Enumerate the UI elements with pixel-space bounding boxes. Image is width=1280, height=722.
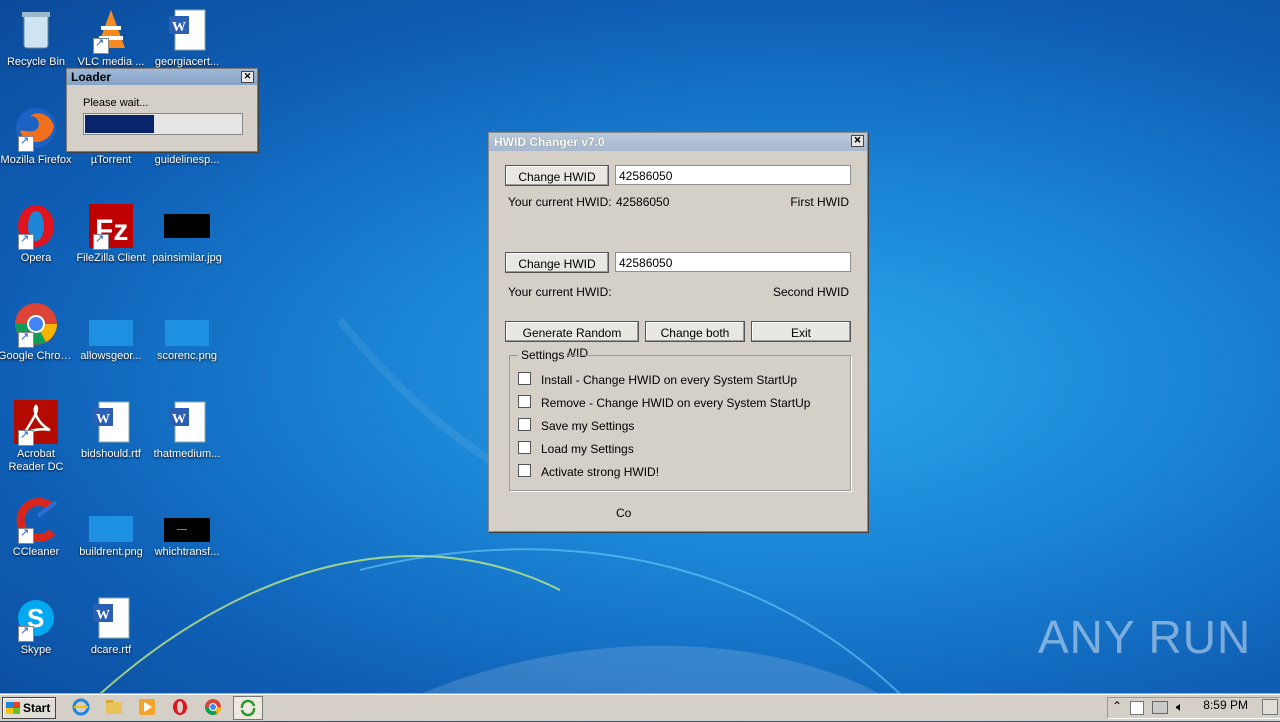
ccleaner-icon	[12, 496, 60, 544]
hwid-close-button[interactable]: ✕	[851, 135, 864, 147]
loader-progress-fill	[85, 115, 154, 133]
setting-install-checkbox[interactable]: Install - Change HWID on every System St…	[518, 372, 797, 387]
chrome-taskbar-icon[interactable]	[204, 698, 222, 716]
desktop-icon-opera[interactable]: Opera	[0, 202, 74, 265]
skype-icon: S	[12, 594, 60, 642]
second-hwid-label: Second HWID	[772, 285, 849, 299]
system-tray: ⌃ 🔈︎	[1107, 697, 1280, 719]
hwid-changer-window: HWID Changer v7.0 ✕ Change HWID 42586050…	[488, 132, 868, 532]
first-hwid-label: First HWID	[790, 195, 849, 209]
setting-remove-checkbox[interactable]: Remove - Change HWID on every System Sta…	[518, 395, 810, 410]
recycle-bin-icon	[12, 6, 60, 54]
desktop-icon-skype[interactable]: S Skype	[0, 594, 74, 657]
desktop-icon-chrome[interactable]: Google Chrome	[0, 300, 74, 363]
show-desktop-button[interactable]	[1262, 699, 1278, 715]
hwid-input-1[interactable]: 42586050	[615, 165, 851, 185]
current-hwid-label-2: Your current HWID:	[508, 285, 612, 299]
hwid-changer-taskbar-button[interactable]	[233, 696, 263, 720]
checkbox-icon[interactable]	[518, 441, 531, 454]
loader-progress-bar	[83, 113, 243, 135]
svg-text:W: W	[172, 20, 186, 35]
change-both-button[interactable]: Change both	[645, 321, 745, 342]
desktop-icon-buildrent[interactable]: buildrent.png	[73, 496, 149, 559]
loader-title: Loader	[71, 70, 112, 84]
filezilla-icon: Fz	[87, 202, 135, 250]
setting-strong-hwid-checkbox[interactable]: Activate strong HWID!	[518, 464, 659, 479]
internet-explorer-icon[interactable]	[72, 698, 90, 716]
checkbox-icon[interactable]	[518, 464, 531, 477]
media-player-icon[interactable]	[138, 698, 156, 716]
setting-load-checkbox[interactable]: Load my Settings	[518, 441, 634, 456]
chrome-icon	[12, 300, 60, 348]
image-icon	[163, 300, 211, 348]
word-doc-icon: W	[163, 6, 211, 54]
footer-text: Co	[616, 506, 632, 520]
checkbox-icon[interactable]	[518, 418, 531, 431]
hwid-input-2[interactable]: 42586050	[615, 252, 851, 272]
settings-group: Settings Install - Change HWID on every …	[509, 348, 851, 491]
vlc-icon	[87, 6, 135, 54]
firefox-icon	[12, 104, 60, 152]
image-icon	[163, 202, 211, 250]
svg-text:W: W	[96, 608, 110, 623]
change-hwid-button-2[interactable]: Change HWID	[505, 252, 609, 273]
desktop-icon-firefox[interactable]: Mozilla Firefox	[0, 104, 74, 167]
opera-icon	[12, 202, 60, 250]
start-button[interactable]: Start	[2, 697, 56, 719]
desktop-icon-vlc[interactable]: VLC media ...	[73, 6, 149, 69]
word-doc-icon: W	[87, 398, 135, 446]
svg-text:W: W	[172, 412, 186, 427]
desktop-icon-georgiacert[interactable]: W georgiacert...	[149, 6, 225, 69]
setting-save-checkbox[interactable]: Save my Settings	[518, 418, 634, 433]
word-doc-icon: W	[163, 398, 211, 446]
desktop-icon-painsimilar[interactable]: painsimilar.jpg	[149, 202, 225, 265]
checkbox-icon[interactable]	[518, 372, 531, 385]
generate-random-hwid-button[interactable]: Generate Random HWID	[505, 321, 639, 360]
anyrun-watermark: ANY RUN	[1038, 611, 1252, 663]
settings-legend: Settings	[518, 348, 568, 362]
file-icon	[87, 300, 135, 348]
loader-close-button[interactable]: ✕	[241, 71, 254, 83]
desktop-icon-thatmedium[interactable]: W thatmedium...	[149, 398, 225, 461]
image-icon	[87, 496, 135, 544]
explorer-icon[interactable]	[105, 698, 123, 716]
network-icon[interactable]	[1152, 701, 1168, 714]
change-hwid-button-1[interactable]: Change HWID	[505, 165, 609, 186]
word-doc-icon: W	[87, 594, 135, 642]
windows-logo-icon	[6, 702, 20, 714]
loader-window: Loader ✕ Please wait...	[66, 68, 258, 152]
desktop-icon-ccleaner[interactable]: CCleaner	[0, 496, 74, 559]
current-hwid-value-1: 42586050	[616, 195, 670, 209]
svg-text:W: W	[96, 412, 110, 427]
hwid-title: HWID Changer v7.0	[494, 135, 605, 149]
exit-button[interactable]: Exit	[751, 321, 851, 342]
volume-icon[interactable]: 🔈︎	[1176, 699, 1184, 715]
opera-taskbar-icon[interactable]	[171, 698, 189, 716]
hwid-titlebar[interactable]: HWID Changer v7.0 ✕	[489, 133, 867, 151]
desktop-icon-scorenc[interactable]: scorenc.png	[149, 300, 225, 363]
checkbox-icon[interactable]	[518, 395, 531, 408]
desktop-icon-recycle-bin[interactable]: Recycle Bin	[0, 6, 74, 69]
current-hwid-label-1: Your current HWID:	[508, 195, 612, 209]
desktop-icon-bidshould[interactable]: W bidshould.rtf	[73, 398, 149, 461]
taskbar-clock[interactable]: 8:59 PM	[1203, 698, 1248, 712]
show-hidden-icons-icon[interactable]: ⌃	[1112, 699, 1122, 713]
desktop-icon-filezilla[interactable]: Fz FileZilla Client	[73, 202, 149, 265]
action-center-icon[interactable]	[1130, 701, 1144, 715]
desktop-icon-dcare[interactable]: W dcare.rtf	[73, 594, 149, 657]
acrobat-icon	[12, 398, 60, 446]
desktop-icon-whichtransf[interactable]: whichtransf...	[149, 496, 225, 559]
desktop-icon-allowsgeor[interactable]: allowsgeor...	[73, 300, 149, 363]
loader-titlebar[interactable]: Loader ✕	[67, 69, 257, 85]
loader-message: Please wait...	[83, 97, 149, 109]
image-icon	[163, 496, 211, 544]
desktop-icon-acrobat[interactable]: Acrobat Reader DC	[0, 398, 74, 474]
taskbar: Start ⌃ 🔈︎ 8:59 PM	[0, 694, 1280, 721]
